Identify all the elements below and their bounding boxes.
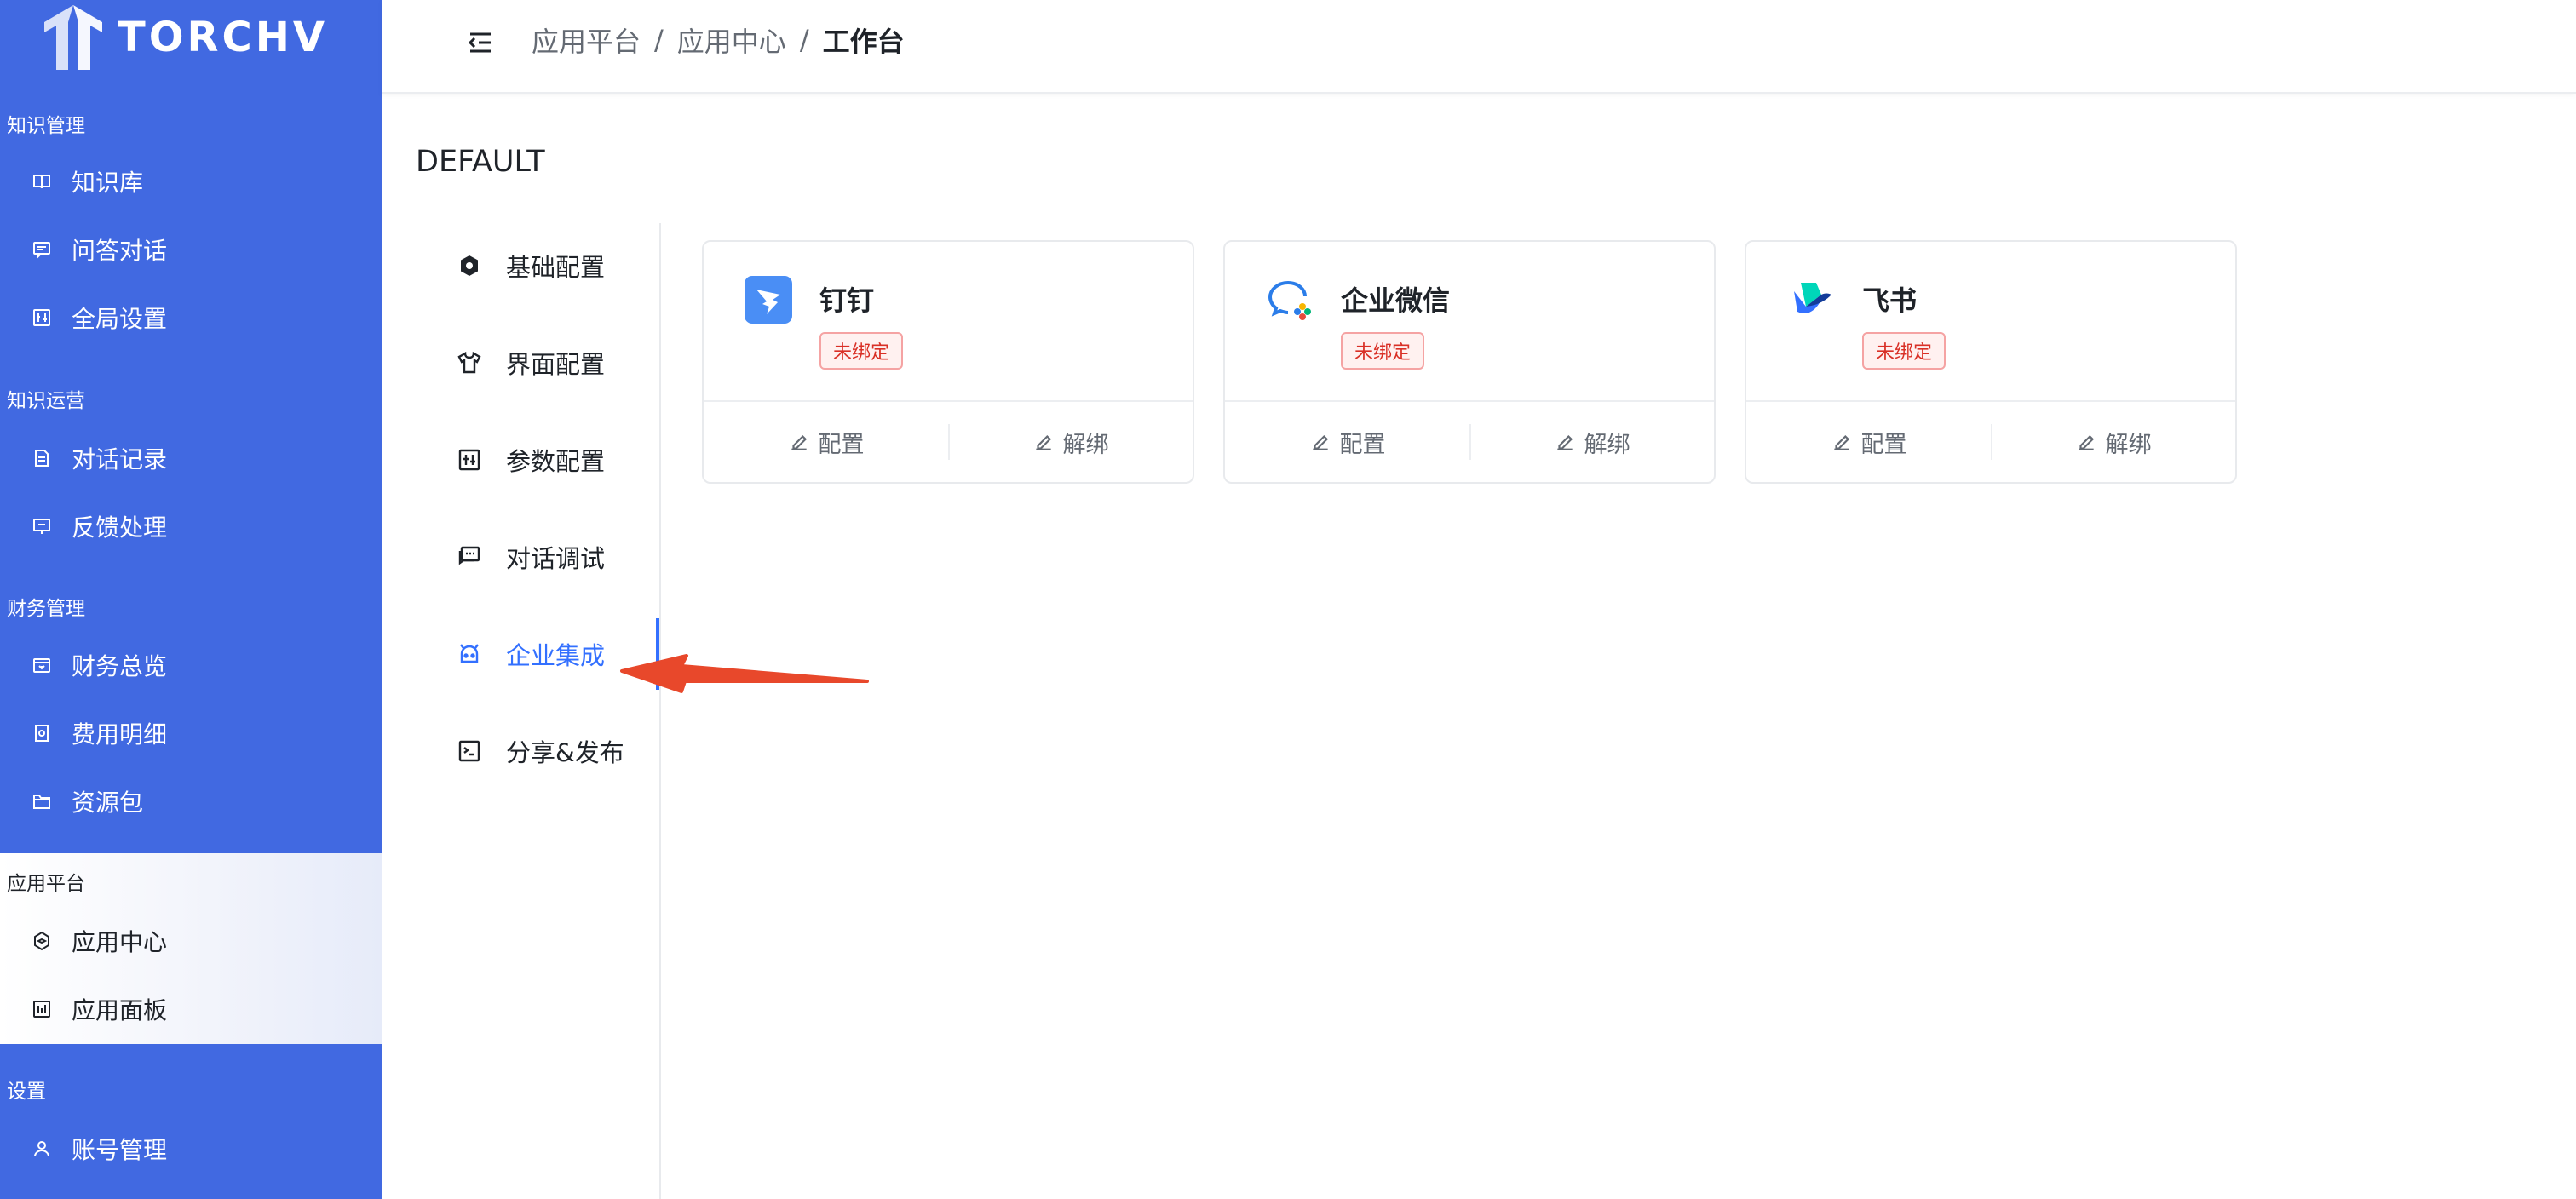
tab-label: 界面配置 <box>506 350 606 379</box>
annotation-arrow-icon <box>620 654 869 693</box>
sidebar: TORCHV 知识管理 知识库 问答对话 全局设置 知识运营 对话记录 反馈处理… <box>0 0 382 1199</box>
app-cube-icon <box>31 930 53 952</box>
sidebar-item-qa-chat[interactable]: 问答对话 <box>0 222 382 277</box>
sidebar-item-label: 反馈处理 <box>72 513 168 542</box>
config-label: 配置 <box>1860 431 1907 458</box>
config-label: 配置 <box>1339 431 1386 458</box>
integration-card-dingtalk: 钉钉 未绑定 配置 解绑 <box>702 240 1194 484</box>
dingtalk-logo-icon <box>743 274 794 325</box>
sidebar-item-label: 应用面板 <box>72 996 168 1024</box>
chat-icon <box>31 238 53 261</box>
wecom-logo-icon <box>1264 274 1315 325</box>
parameter-icon <box>455 445 484 474</box>
dashboard-icon <box>31 998 53 1020</box>
sidebar-item-label: 知识库 <box>72 169 144 197</box>
tab-label: 分享&发布 <box>506 738 624 767</box>
sidebar-item-app-panel[interactable]: 应用面板 <box>0 982 382 1036</box>
status-badge: 未绑定 <box>819 332 904 370</box>
sidebar-item-finance-overview[interactable]: 财务总览 <box>0 638 382 692</box>
unbind-button[interactable]: 解绑 <box>1991 402 2235 482</box>
card-actions: 配置 解绑 <box>1225 400 1714 482</box>
edit-icon <box>1833 434 1849 450</box>
config-button[interactable]: 配置 <box>704 402 948 482</box>
breadcrumb-separator: / <box>654 24 664 56</box>
config-button[interactable]: 配置 <box>1746 402 1991 482</box>
breadcrumb-item-workbench: 工作台 <box>822 26 905 58</box>
status-badge: 未绑定 <box>1862 332 1946 370</box>
breadcrumb-separator: / <box>799 24 809 56</box>
tab-label: 参数配置 <box>506 447 606 476</box>
section-title-operations: 知识运营 <box>7 390 85 412</box>
unbind-button[interactable]: 解绑 <box>1469 402 1714 482</box>
status-badge: 未绑定 <box>1341 332 1425 370</box>
sidebar-item-label: 账号管理 <box>72 1136 168 1164</box>
tab-label: 基础配置 <box>506 253 606 282</box>
document-icon <box>31 447 53 469</box>
edit-icon <box>791 434 807 450</box>
terminal-icon <box>455 737 484 766</box>
sidebar-item-global-settings[interactable]: 全局设置 <box>0 290 382 345</box>
card-actions: 配置 解绑 <box>704 400 1193 482</box>
breadcrumb: 应用平台 / 应用中心 / 工作台 <box>532 20 905 60</box>
sidebar-section-active: 应用平台 应用中心 应用面板 <box>0 853 382 1044</box>
breadcrumb-item-app-center[interactable]: 应用中心 <box>677 20 786 60</box>
config-label: 配置 <box>818 431 865 458</box>
sidebar-item-label: 全局设置 <box>72 305 168 333</box>
sidebar-item-feedback[interactable]: 反馈处理 <box>0 499 382 554</box>
sidebar-item-chat-records[interactable]: 对话记录 <box>0 431 382 485</box>
sidebar-item-label: 应用中心 <box>72 928 168 956</box>
robot-icon <box>455 640 484 668</box>
edit-icon <box>2078 434 2094 450</box>
edit-icon <box>1556 434 1573 450</box>
unbind-button[interactable]: 解绑 <box>948 402 1193 482</box>
config-tab-list: 基础配置 界面配置 参数配置 对话调试 企业集成 分享&发布 <box>382 223 661 1199</box>
menu-collapse-icon[interactable] <box>463 26 497 60</box>
sidebar-item-label: 费用明细 <box>72 720 168 749</box>
section-title-finance: 财务管理 <box>7 598 85 620</box>
config-button[interactable]: 配置 <box>1225 402 1469 482</box>
integration-card-feishu: 飞书 未绑定 配置 解绑 <box>1745 240 2237 484</box>
top-header: 应用平台 / 应用中心 / 工作台 <box>382 0 2576 94</box>
integration-name: 企业微信 <box>1341 284 1451 317</box>
sidebar-item-label: 资源包 <box>72 789 144 817</box>
feishu-logo-icon <box>1785 274 1837 325</box>
invoice-icon <box>31 722 53 744</box>
sidebar-item-account-management[interactable]: 账号管理 <box>0 1122 382 1176</box>
breadcrumb-item-app-platform[interactable]: 应用平台 <box>532 20 641 60</box>
tab-label: 企业集成 <box>506 641 606 670</box>
edit-icon <box>1312 434 1328 450</box>
book-icon <box>31 170 53 192</box>
card-actions: 配置 解绑 <box>1746 400 2235 482</box>
sidebar-item-label: 对话记录 <box>72 445 168 473</box>
unbind-label: 解绑 <box>1062 431 1109 458</box>
sidebar-item-label: 问答对话 <box>72 237 168 265</box>
user-icon <box>31 1138 53 1160</box>
brand-name: TORCHV <box>118 14 329 61</box>
chat-debug-icon <box>455 542 484 571</box>
sidebar-item-expense-details[interactable]: 费用明细 <box>0 706 382 760</box>
gear-icon <box>455 251 484 280</box>
edit-icon <box>1035 434 1051 450</box>
sidebar-item-app-center[interactable]: 应用中心 <box>0 914 382 968</box>
settings-panel-icon <box>31 307 53 329</box>
integration-name: 飞书 <box>1862 284 1918 317</box>
section-title-knowledge: 知识管理 <box>7 115 85 137</box>
feedback-icon <box>31 515 53 537</box>
section-title-settings: 设置 <box>7 1081 46 1103</box>
finance-icon <box>31 654 53 676</box>
torchv-logo-icon <box>44 5 102 70</box>
tab-label: 对话调试 <box>506 544 606 573</box>
page-title: DEFAULT <box>416 145 545 179</box>
integration-card-wecom: 企业微信 未绑定 配置 解绑 <box>1223 240 1716 484</box>
folder-icon <box>31 790 53 812</box>
brand[interactable]: TORCHV <box>41 3 328 72</box>
sidebar-item-knowledge-base[interactable]: 知识库 <box>0 154 382 209</box>
section-title-app-platform: 应用平台 <box>7 873 85 895</box>
shirt-icon <box>455 348 484 377</box>
sidebar-item-resource-pack[interactable]: 资源包 <box>0 774 382 829</box>
unbind-label: 解绑 <box>2105 431 2152 458</box>
sidebar-item-label: 财务总览 <box>72 652 168 680</box>
unbind-label: 解绑 <box>1584 431 1630 458</box>
integration-name: 钉钉 <box>819 284 875 317</box>
